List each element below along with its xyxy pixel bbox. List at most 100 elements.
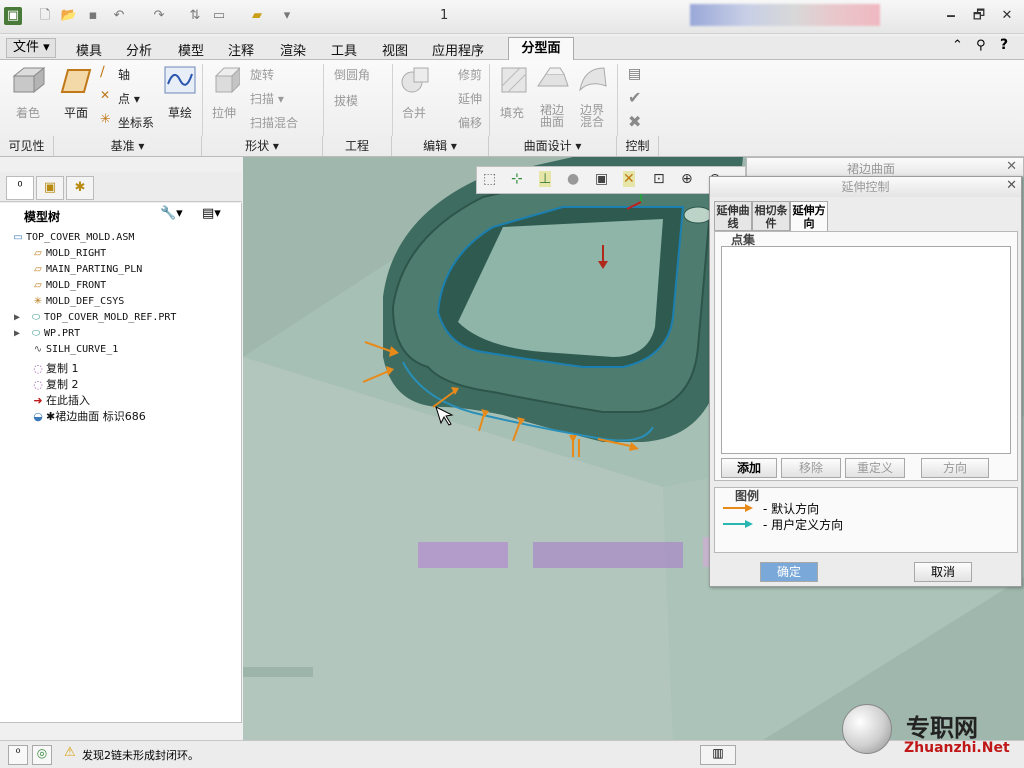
selection-filter-icon[interactable]: ▥ [700, 745, 736, 765]
extrude-icon[interactable] [212, 66, 240, 96]
fill-label[interactable]: 填充 [500, 104, 524, 121]
boundary-blend-label[interactable]: 边界混合 [580, 104, 604, 128]
remove-button[interactable]: 移除 [781, 458, 841, 478]
tree-item[interactable]: ◌ 复制 1 [30, 360, 78, 376]
display-style-icon[interactable]: ⬚ [483, 171, 496, 187]
point-label[interactable]: 点 ▾ [118, 90, 140, 107]
plane-icon[interactable] [60, 68, 92, 94]
plane-label[interactable]: 平面 [64, 104, 88, 121]
round-label[interactable]: 倒圆角 [334, 66, 370, 83]
tree-item[interactable]: ▭ TOP_COVER_MOLD.ASM [10, 232, 134, 248]
save-icon[interactable]: ▪ [84, 7, 102, 25]
tab-mold[interactable]: 模具 [76, 40, 102, 59]
axis-display-icon[interactable]: ⊥ [539, 171, 552, 187]
tree-item[interactable]: ▶ ⬭ TOP_COVER_MOLD_REF.PRT [14, 312, 176, 328]
cancel-x-icon[interactable]: ✖ [628, 112, 641, 131]
tree-item[interactable]: ▱ MAIN_PARTING_PLN [30, 264, 142, 280]
tab-parting-surface[interactable]: 分型面 [508, 37, 574, 61]
snapshot-icon[interactable]: ▣ [595, 171, 608, 187]
skirt-dialog-close-button[interactable]: ✕ [1006, 159, 1017, 174]
revolve-label[interactable]: 旋转 [250, 66, 274, 83]
skirt-surface-label[interactable]: 裙边曲面 [540, 104, 564, 128]
tab-folder-browser[interactable]: ▣ [36, 176, 64, 200]
expand-arrow-icon[interactable]: ▶ [14, 328, 28, 339]
tree-item[interactable]: ▶ ⬭ WP.PRT [14, 328, 80, 344]
ok-button[interactable]: 确定 [760, 562, 818, 582]
direction-button[interactable]: 方向 [921, 458, 989, 478]
extrude-label[interactable]: 拉伸 [212, 104, 236, 121]
regenerate-icon[interactable]: ⇅ [186, 7, 204, 25]
tab-model[interactable]: 模型 [178, 40, 204, 59]
csys-display-icon[interactable]: ✕ [623, 171, 635, 187]
close-window-icon[interactable]: ▰ [248, 7, 266, 25]
dialog-close-button[interactable]: ✕ [1006, 178, 1017, 193]
tab-render[interactable]: 渲染 [280, 40, 306, 59]
group-shapes[interactable]: 形状 ▾ [202, 136, 323, 156]
skirt-surface-icon[interactable] [536, 66, 570, 94]
draft-label[interactable]: 拔模 [334, 92, 358, 109]
redefine-button[interactable]: 重定义 [845, 458, 905, 478]
tab-extension-curves[interactable]: 延伸曲线 [714, 201, 752, 231]
swept-blend-label[interactable]: 扫描混合 [250, 114, 298, 131]
search-icon[interactable]: ⚲ [976, 38, 986, 53]
browser-toggle-icon[interactable]: ◎ [32, 745, 52, 765]
close-button[interactable]: ✕ [996, 8, 1018, 24]
add-button[interactable]: 添加 [721, 458, 777, 478]
tab-model-tree[interactable]: ⁰ [6, 176, 34, 200]
tree-filter-icon[interactable]: ▤▾ [202, 206, 221, 221]
group-surface-design[interactable]: 曲面设计 ▾ [489, 136, 617, 156]
point-display-icon[interactable]: ● [567, 171, 579, 187]
group-editing[interactable]: 编辑 ▾ [392, 136, 489, 156]
shade-icon[interactable] [10, 66, 46, 94]
tab-tools[interactable]: 工具 [331, 40, 357, 59]
sketch-icon[interactable] [164, 66, 196, 94]
merge-icon[interactable] [400, 64, 430, 96]
tree-item[interactable]: ➜ 在此插入 [30, 392, 90, 408]
csys-label[interactable]: 坐标系 [118, 114, 154, 131]
boundary-blend-icon[interactable] [578, 64, 608, 94]
tree-item[interactable]: ▱ MOLD_FRONT [30, 280, 106, 296]
open-folder-icon[interactable]: 📂 [60, 7, 78, 25]
sketch-label[interactable]: 草绘 [168, 104, 192, 121]
redo-icon[interactable]: ↷ [150, 7, 168, 25]
merge-label[interactable]: 合并 [402, 104, 426, 121]
extend-label[interactable]: 延伸 [458, 90, 482, 107]
group-datum[interactable]: 基准 ▾ [54, 136, 202, 156]
tree-settings-icon[interactable]: 🔧▾ [160, 206, 183, 221]
navigator-toggle-icon[interactable]: ⁰ [8, 745, 28, 765]
help-icon[interactable]: ? [1000, 37, 1008, 53]
point-set-list[interactable] [721, 246, 1011, 454]
properties-icon[interactable]: ▤ [628, 66, 641, 82]
file-menu[interactable]: 文件 ▾ [6, 38, 56, 58]
minimize-button[interactable]: 🗕 [940, 8, 962, 24]
tree-item[interactable]: ◌ 复制 2 [30, 376, 78, 392]
customize-toolbar-icon[interactable]: ▾ [278, 7, 296, 25]
fill-icon[interactable] [500, 66, 528, 94]
expand-arrow-icon[interactable]: ▶ [14, 312, 28, 323]
undo-icon[interactable]: ↶ [110, 7, 128, 25]
tab-tangency-conditions[interactable]: 相切条件 [752, 201, 790, 231]
tab-favorites[interactable]: ✱ [66, 176, 94, 200]
windows-icon[interactable]: ▭ [210, 7, 228, 25]
tab-view[interactable]: 视图 [382, 40, 408, 59]
datum-display-icon[interactable]: ⊹ [511, 171, 523, 187]
cancel-button[interactable]: 取消 [914, 562, 972, 582]
confirm-check-icon[interactable]: ✔ [628, 88, 641, 107]
tree-item[interactable]: ∿ SILH_CURVE_1 [30, 344, 118, 360]
tree-item[interactable]: ✳ MOLD_DEF_CSYS [30, 296, 124, 312]
tab-annotate[interactable]: 注释 [228, 40, 254, 59]
tree-item[interactable]: ◒ ✱裙边曲面 标识686 [30, 408, 146, 424]
tab-applications[interactable]: 应用程序 [432, 40, 484, 59]
tree-item[interactable]: ▱ MOLD_RIGHT [30, 248, 106, 264]
new-file-icon[interactable]: 🗋 [36, 7, 54, 25]
zoom-in-icon[interactable]: ⊕ [681, 171, 693, 187]
trim-label[interactable]: 修剪 [458, 66, 482, 83]
offset-label[interactable]: 偏移 [458, 114, 482, 131]
minimize-ribbon-icon[interactable]: ⌃ [952, 38, 963, 53]
restore-button[interactable]: 🗗 [968, 8, 990, 24]
tab-extension-direction[interactable]: 延伸方向 [790, 201, 828, 232]
zoom-fit-icon[interactable]: ⊡ [653, 171, 665, 187]
axis-label[interactable]: 轴 [118, 66, 130, 83]
tab-analysis[interactable]: 分析 [126, 40, 152, 59]
sweep-label[interactable]: 扫描 ▾ [250, 90, 284, 107]
